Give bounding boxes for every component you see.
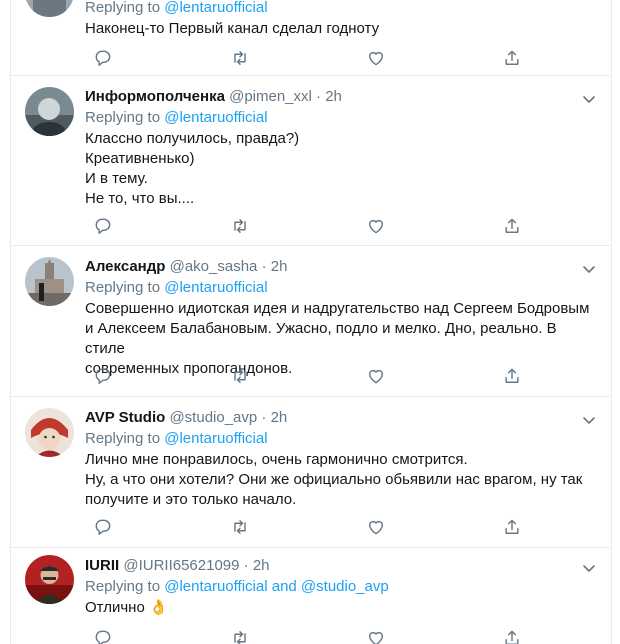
- retweet-icon[interactable]: [230, 517, 252, 539]
- avatar[interactable]: [25, 257, 74, 306]
- reply-icon[interactable]: [93, 628, 115, 644]
- like-icon[interactable]: [366, 48, 388, 70]
- tweet[interactable]: Replying to @lentaruofficial Наконец-то …: [11, 0, 611, 76]
- share-icon[interactable]: [502, 628, 524, 644]
- tweet[interactable]: Информополченка @pimen_xxl · 2h Replying…: [11, 75, 611, 246]
- reply-icon[interactable]: [93, 48, 115, 70]
- replying-label: Replying to: [85, 109, 161, 126]
- tweet-text: Классно получилось, правда?) Креативнень…: [85, 130, 300, 207]
- tweet-header: AVP Studio @studio_avp · 2h: [85, 407, 597, 429]
- retweet-icon[interactable]: [230, 216, 252, 238]
- tweet-header: Информополченка @pimen_xxl · 2h: [85, 86, 597, 108]
- separator: ·: [261, 258, 267, 275]
- like-icon[interactable]: [366, 628, 388, 644]
- user-handle[interactable]: @IURII65621099: [123, 557, 239, 574]
- tweet-header: IURII @IURII65621099 · 2h: [85, 555, 597, 577]
- share-icon[interactable]: [502, 366, 524, 388]
- reply-icon[interactable]: [93, 216, 115, 238]
- display-name[interactable]: Информополченка: [85, 88, 225, 105]
- avatar[interactable]: [25, 408, 74, 457]
- replying-to-link[interactable]: @lentaruofficial: [164, 0, 267, 16]
- avatar[interactable]: [25, 0, 74, 17]
- avatar[interactable]: [25, 87, 74, 136]
- tweet[interactable]: AVP Studio @studio_avp · 2h Replying to …: [11, 396, 611, 548]
- share-icon[interactable]: [502, 517, 524, 539]
- replying-to: Replying to @lentaruofficial: [85, 429, 597, 449]
- replying-to-link[interactable]: @lentaruofficial: [164, 279, 267, 296]
- replies-timeline: Replying to @lentaruofficial Наконец-то …: [10, 0, 612, 644]
- timestamp[interactable]: 2h: [271, 258, 288, 275]
- timestamp[interactable]: 2h: [271, 409, 288, 426]
- avatar[interactable]: [25, 555, 74, 604]
- tweet-text: Наконец-то Первый канал сделал годноту: [85, 20, 380, 37]
- user-handle[interactable]: @pimen_xxl: [229, 88, 312, 105]
- share-icon[interactable]: [502, 48, 524, 70]
- replying-label: Replying to: [85, 279, 161, 296]
- replying-label: Replying to: [85, 430, 161, 447]
- timestamp[interactable]: 2h: [325, 88, 342, 105]
- replying-label: Replying to: [85, 0, 161, 16]
- separator: ·: [316, 88, 322, 105]
- replying-to-link[interactable]: @lentaruofficial and @studio_avp: [164, 578, 388, 595]
- display-name[interactable]: IURII: [85, 557, 119, 574]
- display-name[interactable]: Александр: [85, 258, 165, 275]
- tweet-header: Александр @ako_sasha · 2h: [85, 256, 597, 278]
- tweet-text: Отлично 👌: [85, 599, 168, 616]
- like-icon[interactable]: [366, 216, 388, 238]
- timestamp[interactable]: 2h: [253, 557, 270, 574]
- like-icon[interactable]: [366, 366, 388, 388]
- tweet[interactable]: Александр @ako_sasha · 2h Replying to @l…: [11, 245, 611, 397]
- display-name[interactable]: AVP Studio: [85, 409, 165, 426]
- share-icon[interactable]: [502, 216, 524, 238]
- retweet-icon[interactable]: [230, 366, 252, 388]
- replying-to: Replying to @lentaruofficial: [85, 108, 597, 128]
- replying-to-link[interactable]: @lentaruofficial: [164, 430, 267, 447]
- retweet-icon[interactable]: [230, 628, 252, 644]
- reply-icon[interactable]: [93, 366, 115, 388]
- replying-to: Replying to @lentaruofficial: [85, 278, 597, 298]
- tweet-text: Лично мне понравилось, очень гармонично …: [85, 451, 583, 508]
- replying-to: Replying to @lentaruofficial and @studio…: [85, 577, 597, 597]
- separator: ·: [261, 409, 267, 426]
- replying-label: Replying to: [85, 578, 161, 595]
- retweet-icon[interactable]: [230, 48, 252, 70]
- user-handle[interactable]: @studio_avp: [169, 409, 257, 426]
- reply-icon[interactable]: [93, 517, 115, 539]
- replying-to-link[interactable]: @lentaruofficial: [164, 109, 267, 126]
- replying-to: Replying to @lentaruofficial: [85, 0, 597, 18]
- separator: ·: [243, 557, 249, 574]
- tweet[interactable]: IURII @IURII65621099 · 2h Replying to @l…: [11, 547, 611, 644]
- like-icon[interactable]: [366, 517, 388, 539]
- user-handle[interactable]: @ako_sasha: [170, 258, 258, 275]
